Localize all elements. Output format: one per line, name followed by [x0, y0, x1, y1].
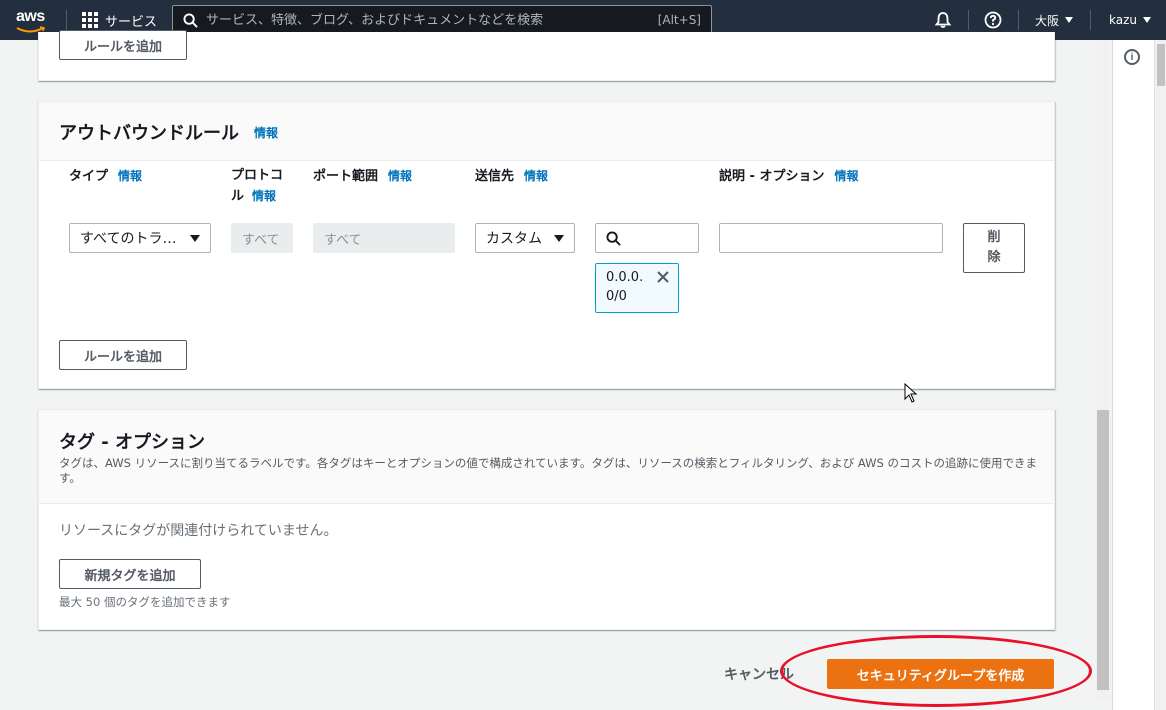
nav-divider	[1018, 10, 1019, 30]
col-description: 説明 - オプション 情報	[719, 169, 859, 184]
services-label: サービス	[105, 14, 158, 30]
window-scrollbar-thumb[interactable]	[1157, 44, 1165, 86]
add-inbound-rule-button[interactable]: ルールを追加	[59, 30, 187, 60]
port-range-field: すべて	[313, 223, 455, 253]
outbound-rules-card: アウトバウンドルール 情報 タイプ 情報 プロトコル 情報 ポート範囲 情報 送信先情…	[38, 101, 1055, 389]
page-scrollbar-thumb[interactable]	[1097, 410, 1109, 690]
tags-card: タグ - オプション タグは、AWS リソースに割り当てるラベルです。各タグはキ…	[38, 409, 1055, 630]
col-port-range: ポート範囲 情報	[313, 169, 413, 184]
account-menu[interactable]: kazu	[1109, 0, 1151, 40]
search-icon	[606, 230, 621, 246]
help-panel: i	[1112, 40, 1154, 710]
inbound-rules-card: ルールを追加	[38, 30, 1055, 81]
desc-info-link[interactable]: 情報	[834, 169, 858, 183]
outbound-info-link[interactable]: 情報	[254, 124, 278, 141]
cidr-token-value: 0.0.0.0/0	[606, 270, 644, 304]
search-input[interactable]	[206, 12, 658, 28]
grid-icon	[82, 12, 98, 28]
create-security-group-button[interactable]: セキュリティグループを作成	[827, 659, 1054, 689]
outbound-title: アウトバウンドルール	[59, 123, 239, 144]
bell-icon[interactable]	[933, 10, 953, 30]
tags-description: タグは、AWS リソースに割り当てるラベルです。各タグはキーとオプションの値で構…	[59, 456, 1037, 485]
destination-select[interactable]: カスタム	[475, 223, 575, 253]
protocol-field: すべて	[231, 223, 293, 253]
add-tag-button[interactable]: 新規タグを追加	[59, 559, 201, 589]
nav-divider	[1090, 10, 1091, 30]
global-search[interactable]: [Alt+S]	[172, 5, 712, 35]
caret-down-icon	[1143, 17, 1151, 23]
tags-limit-note: 最大 50 個のタグを追加できます	[59, 595, 231, 609]
tags-header: タグ - オプション タグは、AWS リソースに割り当てるラベルです。各タグはキ…	[39, 410, 1054, 504]
dest-info-link[interactable]: 情報	[524, 169, 548, 183]
col-type: タイプ 情報	[69, 169, 143, 184]
window-scrollbar[interactable]	[1154, 40, 1166, 710]
cidr-token: 0.0.0.0/0	[595, 263, 679, 313]
aws-logo[interactable]: aws	[14, 6, 54, 34]
description-input[interactable]	[719, 223, 943, 253]
help-icon[interactable]	[983, 10, 1003, 30]
account-name: kazu	[1109, 13, 1137, 27]
caret-down-icon	[554, 234, 564, 242]
nav-divider	[968, 10, 969, 30]
cidr-search-input[interactable]	[595, 223, 699, 253]
region-label: 大阪	[1035, 13, 1060, 28]
protocol-info-link[interactable]: 情報	[252, 189, 276, 203]
mouse-cursor-icon	[904, 383, 918, 403]
search-shortcut: [Alt+S]	[657, 13, 701, 27]
type-info-link[interactable]: 情報	[118, 169, 142, 183]
type-select[interactable]: すべてのトラ…	[69, 223, 211, 253]
info-icon[interactable]: i	[1124, 49, 1140, 65]
tags-empty-message: リソースにタグが関連付けられていません。	[59, 523, 338, 539]
nav-divider	[66, 10, 67, 30]
port-info-link[interactable]: 情報	[388, 169, 412, 183]
tags-title: タグ - オプション	[59, 432, 206, 453]
outbound-header: アウトバウンドルール 情報	[39, 102, 1054, 161]
delete-rule-button[interactable]: 削除	[963, 223, 1025, 273]
caret-down-icon	[190, 234, 200, 242]
col-protocol: プロトコル 情報	[231, 168, 284, 204]
page-scrollbar[interactable]	[1096, 40, 1110, 700]
aws-logo-text: aws	[16, 8, 45, 25]
close-icon[interactable]	[656, 270, 670, 284]
cancel-button[interactable]: キャンセル	[724, 664, 794, 684]
caret-down-icon	[1065, 17, 1074, 23]
add-outbound-rule-button[interactable]: ルールを追加	[59, 340, 187, 370]
search-icon	[183, 12, 198, 28]
destination-select-value: カスタム	[486, 231, 542, 247]
col-destination: 送信先 情報	[475, 169, 549, 184]
type-select-value: すべてのトラ…	[80, 231, 177, 247]
